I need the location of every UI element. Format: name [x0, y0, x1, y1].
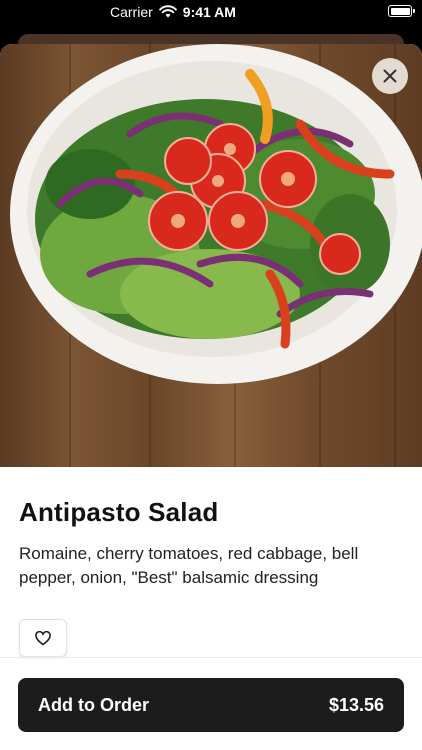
item-description: Romaine, cherry tomatoes, red cabbage, b…: [19, 544, 359, 587]
item-photo: [0, 44, 422, 467]
heart-outline-icon: [35, 630, 51, 645]
status-bar: Carrier 9:41 AM: [0, 0, 422, 26]
add-to-order-label: Add to Order: [38, 694, 149, 715]
footer-divider: [0, 657, 422, 658]
salad-image: [10, 44, 422, 467]
item-detail-sheet: Antipasto Salad Romaine, cherry tomatoes…: [0, 44, 422, 750]
status-left: Carrier 9:41 AM: [110, 4, 236, 20]
favorite-button[interactable]: [19, 619, 67, 657]
carrier-label: Carrier: [110, 4, 153, 20]
wifi-icon: [158, 5, 177, 18]
item-info: Antipasto Salad Romaine, cherry tomatoes…: [0, 467, 422, 657]
battery-icon: [388, 5, 415, 17]
clock: 9:41 AM: [182, 4, 236, 20]
item-title: Antipasto Salad: [19, 497, 219, 527]
add-to-order-button[interactable]: Add to Order $13.56: [18, 678, 404, 732]
close-icon: [383, 69, 397, 83]
close-button[interactable]: [372, 58, 408, 94]
item-price: $13.56: [328, 694, 384, 715]
